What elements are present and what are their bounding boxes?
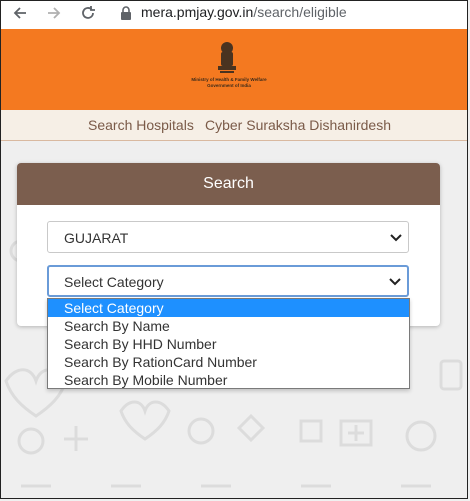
option-select-category[interactable]: Select Category xyxy=(48,299,409,317)
chevron-down-icon xyxy=(390,234,402,242)
category-select[interactable]: Select Category xyxy=(47,265,409,297)
state-select-value: GUJARAT xyxy=(64,230,129,246)
screenshot-frame: mera.pmjay.gov.in/search/eligible Minist… xyxy=(0,0,468,499)
category-select-value: Select Category xyxy=(64,274,164,290)
ministry-line-2: Government of India xyxy=(207,83,251,88)
option-search-by-mobile[interactable]: Search By Mobile Number xyxy=(48,371,409,389)
national-emblem-icon xyxy=(218,42,236,73)
link-search-hospitals[interactable]: Search Hospitals xyxy=(88,117,194,133)
link-cyber-suraksha[interactable]: Cyber Suraksha Dishanirdesh xyxy=(205,117,391,133)
url-host: mera.pmjay.gov.in xyxy=(141,4,254,20)
arrow-right-icon xyxy=(48,7,61,19)
option-search-by-hhd[interactable]: Search By HHD Number xyxy=(48,335,409,353)
category-dropdown-list: Select Category Search By Name Search By… xyxy=(47,298,410,389)
top-links-bar: Search Hospitals Cyber Suraksha Dishanir… xyxy=(1,110,467,141)
site-header: Ministry of Health & Family Welfare Gove… xyxy=(1,29,467,110)
search-card-title: Search xyxy=(203,175,254,192)
url-path: /search/eligible xyxy=(253,4,347,20)
address-bar[interactable]: mera.pmjay.gov.in/search/eligible xyxy=(141,4,347,20)
reload-button[interactable] xyxy=(77,2,99,24)
browser-toolbar: mera.pmjay.gov.in/search/eligible xyxy=(1,1,467,30)
option-search-by-rationcard[interactable]: Search By RationCard Number xyxy=(48,353,409,371)
ministry-name: Ministry of Health & Family Welfare Gove… xyxy=(169,77,289,89)
site-info-button[interactable] xyxy=(115,2,137,24)
chevron-down-icon xyxy=(389,278,401,286)
back-button[interactable] xyxy=(9,2,31,24)
arrow-left-icon xyxy=(13,7,26,19)
search-card-header: Search xyxy=(17,163,440,205)
reload-icon xyxy=(82,6,95,19)
option-search-by-name[interactable]: Search By Name xyxy=(48,317,409,335)
lock-icon xyxy=(121,6,131,20)
state-select[interactable]: GUJARAT xyxy=(47,221,409,253)
forward-button[interactable] xyxy=(43,2,65,24)
